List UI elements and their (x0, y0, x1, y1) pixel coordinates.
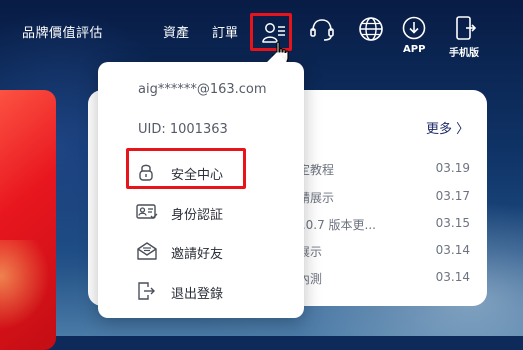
user-dropdown-menu: aig******@163.com UID: 1001363 安全中心 身份認証… (98, 62, 304, 318)
app-download-icon[interactable] (402, 16, 426, 40)
news-date: 03.15 (435, 216, 470, 230)
menu-item-label: 邀請好友 (171, 247, 224, 262)
mobile-version-icon[interactable] (454, 16, 476, 42)
news-date: 03.19 (435, 161, 470, 175)
nav-brand-valuation[interactable]: 品牌價值評估 (22, 22, 103, 41)
account-uid: UID: 1001363 (138, 122, 228, 137)
news-date: 03.17 (435, 189, 470, 203)
security-center-highlight (126, 148, 246, 189)
menu-item-logout[interactable]: 退出登錄 (98, 275, 304, 307)
id-card-icon (136, 204, 158, 219)
news-date: 03.14 (435, 243, 470, 257)
menu-item-identity-verification[interactable]: 身份認証 (98, 196, 304, 228)
envelope-icon (137, 242, 157, 260)
app-label[interactable]: APP (403, 44, 425, 55)
menu-item-label: 身份認証 (171, 208, 224, 223)
news-date: 03.14 (435, 270, 470, 284)
nav-orders[interactable]: 訂單 (212, 22, 238, 41)
nav-assets[interactable]: 資產 (163, 22, 189, 41)
mobile-version-label[interactable]: 手机版 (449, 44, 479, 59)
globe-language-icon[interactable] (358, 16, 384, 42)
menu-item-label: 退出登錄 (171, 287, 224, 302)
customer-service-icon[interactable] (308, 16, 336, 44)
logout-icon (138, 282, 155, 300)
more-link[interactable]: 更多 〉 (426, 118, 469, 137)
top-nav: 品牌價值評估 資產 訂單 APP 手机版 (0, 0, 523, 64)
promo-banner-card[interactable] (0, 90, 56, 350)
menu-item-invite-friends[interactable]: 邀請好友 (98, 235, 304, 267)
account-email: aig******@163.com (138, 82, 267, 97)
